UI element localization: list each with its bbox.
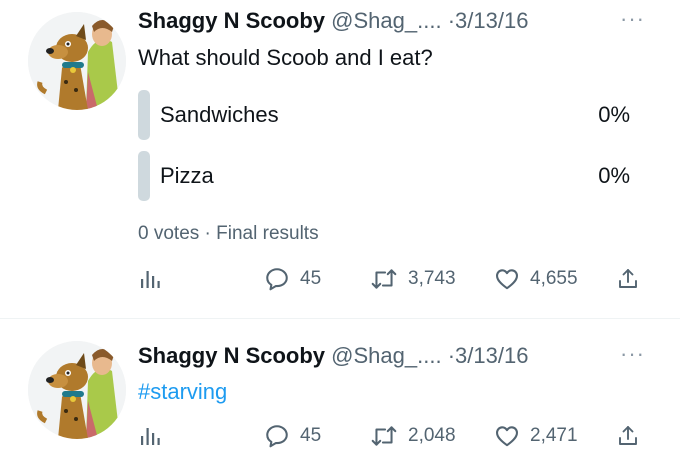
poll-option-label: Pizza: [160, 163, 214, 188]
avatar-image: [28, 12, 126, 110]
retweet-count: 2,048: [408, 425, 456, 446]
author-name[interactable]: Shaggy N Scooby: [138, 343, 325, 368]
like-count: 2,471: [530, 425, 578, 446]
poll-option-pizza: Pizza 0%: [138, 151, 640, 201]
like-icon: [496, 426, 518, 447]
retweet-icon: [371, 269, 397, 289]
retweet-button[interactable]: 2,048: [370, 419, 456, 453]
more-icon[interactable]: ···: [620, 341, 645, 367]
tweet-date[interactable]: 3/13/16: [455, 343, 528, 368]
share-icon: [619, 269, 637, 288]
like-count: 4,655: [530, 268, 578, 289]
hashtag-link[interactable]: #starving: [138, 379, 227, 405]
poll-votes: 0 votes: [138, 223, 200, 244]
action-bar: 45 2,048 2,471: [138, 419, 658, 453]
tweet-date[interactable]: 3/13/16: [455, 8, 528, 33]
share-icon: [619, 426, 637, 445]
analytics-icon: [141, 428, 160, 445]
more-icon[interactable]: ···: [620, 6, 645, 32]
reply-count: 45: [300, 425, 322, 446]
poll-option-percent: 0%: [598, 102, 630, 127]
poll-option-label: Sandwiches: [160, 102, 279, 127]
author-handle[interactable]: @Shag_....: [331, 343, 441, 368]
reply-button[interactable]: 45: [264, 419, 321, 453]
separator-dot: ·: [447, 8, 456, 33]
analytics-icon: [141, 271, 160, 288]
reply-icon: [266, 268, 288, 291]
tweet[interactable]: Shaggy N Scooby @Shag_.... ·3/13/16 ··· …: [0, 319, 680, 465]
tweet-header: Shaggy N Scooby @Shag_.... ·3/13/16: [138, 343, 528, 369]
retweet-button[interactable]: 3,743: [370, 262, 456, 296]
poll-status: Final results: [216, 223, 319, 244]
tweet-poll[interactable]: Shaggy N Scooby @Shag_.... ·3/13/16 ··· …: [0, 0, 680, 318]
separator-dot: ·: [204, 223, 211, 244]
poll-result-bar: [138, 151, 150, 201]
tweet-header: Shaggy N Scooby @Shag_.... ·3/13/16: [138, 8, 528, 34]
avatar-image: [28, 341, 126, 439]
reply-button[interactable]: 45: [264, 262, 321, 296]
share-button[interactable]: [616, 419, 640, 453]
action-bar: 45 3,743 4,655: [138, 262, 658, 296]
tweet-text: What should Scoob and I eat?: [138, 45, 433, 70]
avatar[interactable]: [28, 341, 126, 439]
poll-meta: 0 votes · Final results: [138, 223, 319, 245]
poll-result-bar: [138, 90, 150, 140]
poll-option-sandwiches: Sandwiches 0%: [138, 90, 640, 140]
reply-count: 45: [300, 268, 322, 289]
avatar[interactable]: [28, 12, 126, 110]
like-icon: [496, 269, 518, 290]
poll-option-percent: 0%: [598, 163, 630, 188]
analytics-button[interactable]: [138, 419, 162, 453]
share-button[interactable]: [616, 262, 640, 296]
author-handle[interactable]: @Shag_....: [331, 8, 441, 33]
retweet-count: 3,743: [408, 268, 456, 289]
retweet-icon: [371, 426, 397, 446]
analytics-button[interactable]: [138, 262, 162, 296]
separator-dot: ·: [447, 343, 456, 368]
reply-icon: [266, 425, 288, 448]
like-button[interactable]: 2,471: [494, 419, 578, 453]
author-name[interactable]: Shaggy N Scooby: [138, 8, 325, 33]
like-button[interactable]: 4,655: [494, 262, 578, 296]
